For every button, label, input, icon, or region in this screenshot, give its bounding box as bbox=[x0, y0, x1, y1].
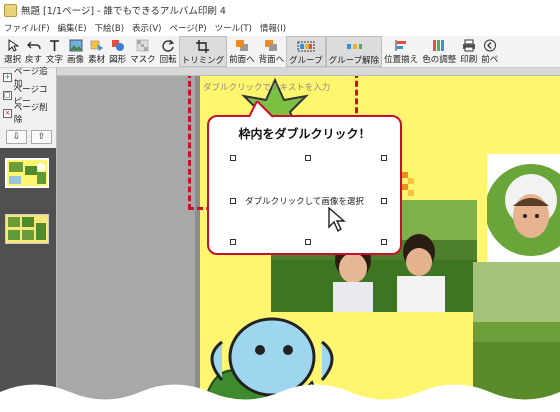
menu-edit[interactable]: 編集(E) bbox=[58, 22, 87, 34]
menu-page[interactable]: ページ(P) bbox=[169, 22, 206, 34]
toolbar: 選択 戻す 文字 画像 素材 図形 マスク 回転 トリミング 前面へ 背面へ グ… bbox=[0, 36, 560, 68]
menu-tools[interactable]: ツール(T) bbox=[215, 22, 252, 34]
resize-handle[interactable] bbox=[305, 155, 311, 161]
print-icon bbox=[462, 38, 476, 52]
menu-file[interactable]: ファイル(F) bbox=[4, 22, 50, 34]
resize-handle[interactable] bbox=[230, 155, 236, 161]
delete-page-button[interactable]: × ページ削除 bbox=[3, 103, 55, 125]
resize-handle[interactable] bbox=[381, 239, 387, 245]
window-title: 無題 [1/1ページ] - 誰でもできるアルバム印刷 4 bbox=[21, 6, 226, 17]
page-thumbnail-2[interactable] bbox=[5, 214, 49, 244]
rotate-icon bbox=[162, 38, 175, 52]
menu-bar: ファイル(F) 編集(E) 下絵(B) 表示(V) ページ(P) ツール(T) … bbox=[0, 20, 560, 36]
trim-icon bbox=[196, 39, 210, 53]
print-button[interactable]: 印刷 bbox=[458, 36, 479, 67]
callout-subtitle: ダブルクリックして画像を選択 bbox=[245, 197, 364, 207]
menu-view[interactable]: 表示(V) bbox=[132, 22, 161, 34]
wave-edge bbox=[0, 384, 560, 412]
menu-draft[interactable]: 下絵(B) bbox=[95, 22, 124, 34]
resize-handle[interactable] bbox=[381, 155, 387, 161]
trim-button[interactable]: トリミング bbox=[178, 36, 228, 67]
color-adjust-icon bbox=[432, 38, 446, 52]
material-icon bbox=[90, 38, 104, 52]
title-bar: 無題 [1/1ページ] - 誰でもできるアルバム印刷 4 bbox=[0, 0, 560, 20]
add-page-icon: + bbox=[3, 72, 12, 82]
align-button[interactable]: 位置揃え bbox=[382, 36, 420, 67]
text-icon bbox=[48, 38, 61, 52]
copy-page-icon: ▢ bbox=[3, 90, 12, 100]
bring-front-button[interactable]: 前面へ bbox=[227, 36, 257, 67]
undo-button[interactable]: 戻す bbox=[23, 36, 44, 67]
arrow-cursor-icon bbox=[7, 38, 19, 52]
align-icon bbox=[394, 38, 408, 52]
callout-title: 枠内をダブルクリック！ bbox=[238, 127, 371, 141]
select-button[interactable]: 選択 bbox=[2, 36, 23, 67]
undo-icon bbox=[26, 38, 41, 52]
copy-page-button[interactable]: ▢ ページコピー bbox=[3, 85, 55, 107]
callout-tail bbox=[248, 101, 274, 118]
move-page-up-button[interactable]: ⇧ bbox=[31, 130, 52, 144]
resize-handle[interactable] bbox=[305, 239, 311, 245]
page-sidebar: + ページ追加 ▢ ページコピー × ページ削除 ⇩ ⇧ bbox=[0, 67, 57, 412]
shape-icon bbox=[111, 38, 125, 52]
front-icon bbox=[235, 38, 249, 52]
page-thumbnail-list bbox=[0, 148, 56, 412]
add-page-button[interactable]: + ページ追加 bbox=[3, 67, 55, 89]
ungroup-icon bbox=[345, 39, 363, 53]
text-frame-hint: ダブルクリックでテキストを入力 bbox=[203, 83, 331, 93]
resize-handle[interactable] bbox=[381, 198, 387, 204]
orange-pixel-decoration bbox=[402, 172, 414, 196]
move-page-down-button[interactable]: ⇩ bbox=[6, 130, 27, 144]
image-button[interactable]: 画像 bbox=[65, 36, 86, 67]
app-icon bbox=[4, 3, 17, 17]
group-icon bbox=[297, 39, 315, 53]
instruction-callout: 枠内をダブルクリック！ ダブルクリックして画像を選択 bbox=[207, 115, 402, 255]
shape-button[interactable]: 図形 bbox=[107, 36, 128, 67]
resize-handle[interactable] bbox=[230, 198, 236, 204]
mask-button[interactable]: マスク bbox=[128, 36, 158, 67]
material-button[interactable]: 素材 bbox=[86, 36, 107, 67]
prev-page-button[interactable]: 前ペ bbox=[479, 36, 500, 67]
horizontal-ruler bbox=[57, 68, 560, 76]
delete-page-icon: × bbox=[3, 108, 12, 118]
mask-icon bbox=[136, 38, 149, 52]
image-icon bbox=[69, 38, 83, 52]
page-thumbnail-1[interactable] bbox=[5, 158, 49, 188]
menu-info[interactable]: 情報(I) bbox=[260, 22, 286, 34]
back-icon bbox=[264, 38, 278, 52]
send-back-button[interactable]: 背面へ bbox=[257, 36, 287, 67]
group-button[interactable]: グループ bbox=[286, 36, 326, 67]
color-adjust-button[interactable]: 色の調整 bbox=[420, 36, 458, 67]
prev-page-icon bbox=[483, 38, 497, 52]
resize-handle[interactable] bbox=[230, 239, 236, 245]
rotate-button[interactable]: 回転 bbox=[158, 36, 179, 67]
ungroup-button[interactable]: グループ解除 bbox=[325, 36, 383, 67]
mouse-cursor-icon bbox=[328, 207, 346, 233]
text-button[interactable]: 文字 bbox=[44, 36, 65, 67]
photo-girl-hat[interactable] bbox=[487, 154, 560, 264]
